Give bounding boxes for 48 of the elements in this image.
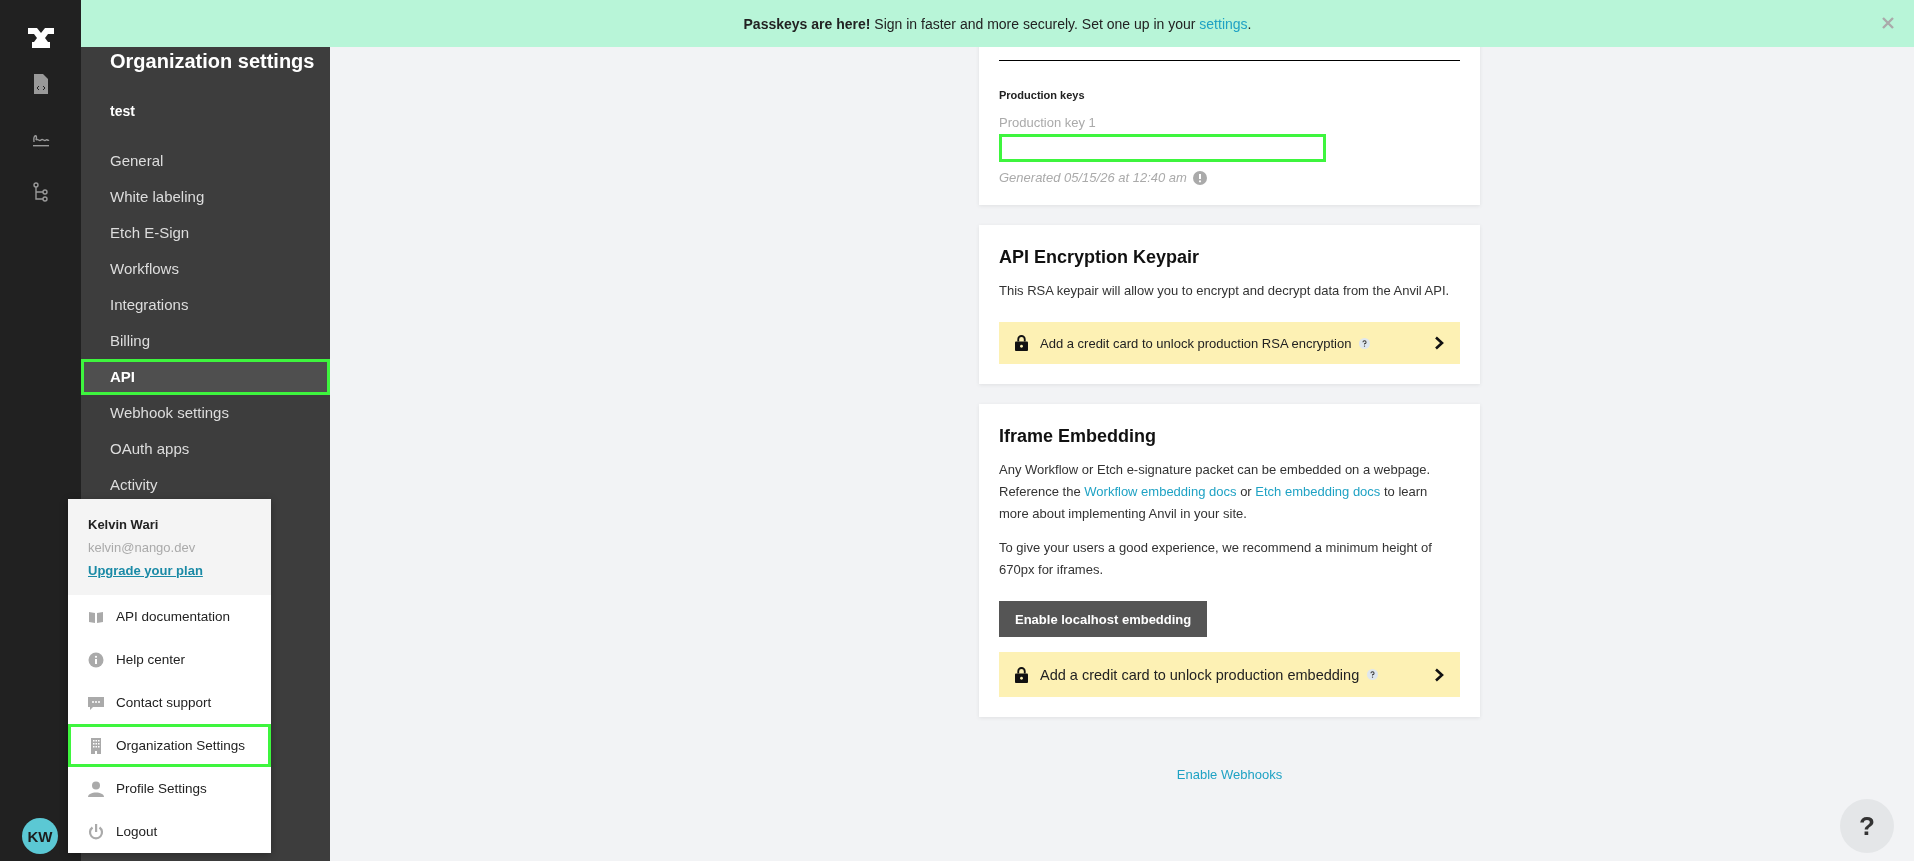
chevron-right-icon <box>1434 667 1444 682</box>
menu-item[interactable]: Contact support <box>68 681 271 724</box>
person-icon <box>88 780 104 797</box>
sidebar-title: Organization settings <box>109 49 316 73</box>
info-icon <box>88 651 104 668</box>
building-icon <box>88 737 104 754</box>
lock-icon <box>1015 335 1028 351</box>
menu-item[interactable]: Organization Settings <box>68 724 271 767</box>
unlock-banner[interactable]: Add a credit card to unlock production RSA encryption <box>999 322 1460 364</box>
user-email: kelvin@nango.dev <box>88 540 197 555</box>
menu-item[interactable]: API documentation <box>68 595 271 638</box>
sidebar-item[interactable]: Workflows <box>81 251 330 287</box>
user-name: Kelvin Wari <box>88 517 160 532</box>
menu-item[interactable]: Logout <box>68 810 271 853</box>
sidebar-item[interactable]: Integrations <box>81 287 330 323</box>
upgrade-link[interactable]: Upgrade your plan <box>88 563 203 578</box>
sidebar-item[interactable]: Webhook settings <box>81 395 330 431</box>
help-icon <box>1367 669 1379 680</box>
card-description: This RSA keypair will allow you to encrypt and decrypt data from the Anvil API. <box>999 282 1451 300</box>
document-icon[interactable] <box>31 74 50 94</box>
sidebar-item[interactable]: Billing <box>81 323 330 359</box>
sidebar-item[interactable]: White labeling <box>81 179 330 215</box>
field-label: Production key 1 <box>999 115 1097 130</box>
sidebar-item[interactable]: OAuth apps <box>81 431 330 467</box>
help-icon <box>1359 337 1371 349</box>
power-icon <box>88 823 104 840</box>
chevron-right-icon <box>1434 336 1444 350</box>
card-title: API Encryption Keypair <box>999 246 1201 268</box>
menu-item[interactable]: Help center <box>68 638 271 681</box>
logo-icon[interactable] <box>27 28 54 48</box>
sidebar-item[interactable]: Etch E-Sign <box>81 215 330 251</box>
chat-icon <box>88 694 104 711</box>
sidebar-item[interactable]: API <box>81 359 330 395</box>
lock-icon <box>1015 666 1028 683</box>
card-description: Any Workflow or Etch e-signature packet can be embedded on a webpage. Reference the Workflow embedding docs or Etch embedding docs to learn more about implementing Anvil in your site. <box>999 461 1432 523</box>
unlock-banner[interactable]: Add a credit card to unlock production embedding <box>999 652 1460 697</box>
generated-date: Generated 05/15/26 at 12:40 am <box>999 170 1187 185</box>
sidebar-item[interactable]: Activity <box>81 467 330 503</box>
menu-item[interactable]: Profile Settings <box>68 767 271 810</box>
key-field[interactable] <box>999 134 1326 162</box>
sidebar-item[interactable]: General <box>81 143 330 179</box>
banner-text: Passkeys are here! Sign in faster and more securely. Set one up in your settings. <box>743 15 1252 32</box>
organization-name: test <box>109 102 136 120</box>
card-note: To give your users a good experience, we recommend a minimum height of 670px for iframes. <box>999 539 1433 579</box>
workflow-icon[interactable] <box>31 182 50 202</box>
card-title: Iframe Embedding <box>999 425 1158 447</box>
enable-localhost-button[interactable]: Enable localhost embedding <box>999 601 1208 637</box>
section-heading: Production keys <box>999 89 1086 101</box>
